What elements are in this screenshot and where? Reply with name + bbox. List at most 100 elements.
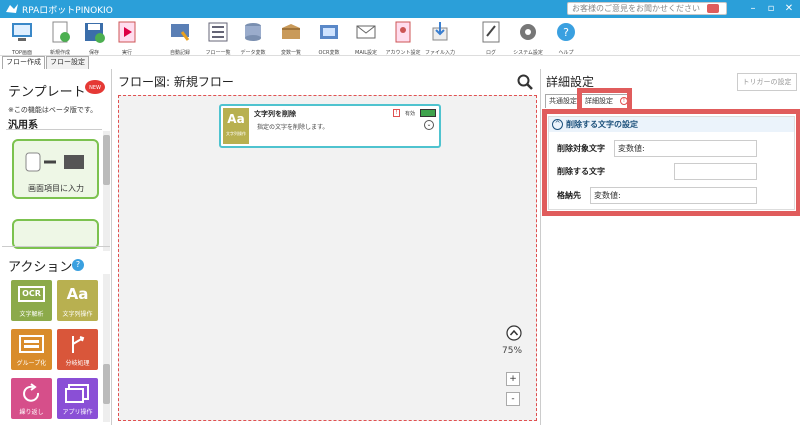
toolbar-label: システム設定 xyxy=(513,50,543,56)
action-label: 文字列操作 xyxy=(62,311,93,318)
toolbar-label: 変数一覧 xyxy=(280,50,301,56)
zoom-in-button[interactable]: + xyxy=(506,372,520,386)
node-status: 有効 xyxy=(405,111,416,117)
template-scrollbar[interactable] xyxy=(103,131,110,251)
toolbar-button-log[interactable]: ログ xyxy=(471,20,511,56)
close-button[interactable]: ✕ xyxy=(782,3,796,15)
action-scroll-thumb[interactable] xyxy=(103,364,110,404)
run-icon xyxy=(118,21,136,43)
toolbar-label: 実行 xyxy=(121,50,132,56)
toolbar-button-help[interactable]: ? ヘルプ xyxy=(546,20,586,56)
toolbar-button-mail[interactable]: MAIL設定 xyxy=(346,20,386,56)
mouse-to-keyboard-icon xyxy=(25,152,84,172)
template-card-label: 画面項目に入力 xyxy=(28,184,84,193)
toolbar-label: OCR変数 xyxy=(318,50,340,56)
app-logo-icon xyxy=(6,4,18,13)
node-category: 文字列操作 xyxy=(226,131,246,136)
help-icon: ? xyxy=(557,23,575,41)
tab-flow-create[interactable]: フロー作成 xyxy=(2,56,45,69)
flow-list-icon xyxy=(208,22,228,42)
template-scroll-thumb[interactable] xyxy=(103,135,110,185)
toolbar-label: TOP画面 xyxy=(11,50,32,56)
toolbar-button-flowlist[interactable]: フロー一覧 xyxy=(198,20,238,56)
group-icon xyxy=(19,335,44,353)
warning-icon: ! xyxy=(393,109,400,117)
node-desc: 指定の文字を削除します。 xyxy=(257,124,329,131)
template-card-input[interactable]: 画面項目に入力 xyxy=(12,139,99,199)
mail-icon xyxy=(356,25,376,39)
toolbar-label: データ変数 xyxy=(240,50,266,56)
detail-panel: 詳細設定 トリガーの設定 共通設定 詳細設定 ! ^ 削除する文字の設定 削除対… xyxy=(540,69,800,425)
action-tile-loop[interactable]: 繰り返し xyxy=(11,378,52,419)
branch-icon xyxy=(72,336,85,353)
divider xyxy=(6,129,102,130)
title-bar: RPAロボットPINOKIO お客様のご意見をお聞かせください – ▫ ✕ xyxy=(0,0,800,18)
search-icon[interactable] xyxy=(517,74,533,90)
tab-flow-settings[interactable]: フロー設定 xyxy=(46,56,89,69)
database-icon xyxy=(245,23,261,41)
action-label: 繰り返し xyxy=(19,409,44,416)
action-title: アクション xyxy=(8,260,73,275)
action-help-icon[interactable]: ? xyxy=(72,259,84,271)
toolbar-button-run[interactable]: 実行 xyxy=(107,20,147,56)
chevron-down-icon[interactable]: ⌄ xyxy=(424,120,434,130)
collapse-up-icon[interactable] xyxy=(506,325,522,341)
toolbar-button-database[interactable]: データ変数 xyxy=(233,20,273,56)
mode-tabs: フロー作成 フロー設定 xyxy=(0,56,110,69)
minimize-button[interactable]: – xyxy=(746,3,760,15)
toolbar-label: アカウント設定 xyxy=(385,50,421,56)
flow-node[interactable]: Aa 文字列操作 文字列を削除 ! 有効 指定の文字を削除します。 ⌄ xyxy=(219,104,441,148)
zoom-out-button[interactable]: - xyxy=(506,392,520,406)
toolbar-button-account[interactable]: アカウント設定 xyxy=(383,20,423,56)
file-input-icon xyxy=(432,22,448,41)
toolbar-button-fileinput[interactable]: ファイル入力 xyxy=(420,20,460,56)
trigger-button[interactable]: トリガーの設定 xyxy=(737,73,797,91)
save-icon xyxy=(85,23,105,43)
thumbs-icon[interactable] xyxy=(706,3,720,14)
toolbar-button-ocr[interactable]: OCR変数 xyxy=(309,20,349,56)
template-title: テンプレート xyxy=(8,85,86,100)
text-icon: Aa xyxy=(66,285,89,303)
tab-common[interactable]: 共通設定 xyxy=(545,94,581,108)
action-label: 文字解析 xyxy=(19,311,44,318)
account-icon xyxy=(395,21,411,43)
zoom-level: 75% xyxy=(502,346,523,356)
beta-note: ※この機能はベータ版です。 xyxy=(8,106,98,114)
maximize-button[interactable]: ▫ xyxy=(764,3,778,15)
toolbar-button-top[interactable]: TOP画面 xyxy=(2,20,42,56)
action-tile-app[interactable]: アプリ操作 xyxy=(57,378,98,419)
ocr-icon xyxy=(320,25,338,39)
app-title: RPAロボットPINOKIO xyxy=(22,6,113,16)
home-icon xyxy=(12,23,32,41)
toolbar-label: ヘルプ xyxy=(558,50,574,56)
box-icon xyxy=(282,24,300,39)
loop-icon xyxy=(23,383,40,402)
action-scrollbar[interactable] xyxy=(103,274,110,422)
svg-text:?: ? xyxy=(563,26,569,39)
divider xyxy=(2,246,110,247)
action-tile-ocr[interactable]: OCR 文字解析 xyxy=(11,280,52,321)
action-tile-branch[interactable]: 分岐処理 xyxy=(57,329,98,370)
enable-toggle[interactable] xyxy=(420,109,436,117)
node-glyph: Aa xyxy=(227,112,245,126)
record-icon xyxy=(171,24,190,41)
left-panel: テンプレート NEW ※この機能はベータ版です。 汎用系 画面項目に入力 アクシ… xyxy=(2,69,112,425)
feedback-link[interactable]: お客様のご意見をお聞かせください xyxy=(567,2,727,15)
toolbar-label: フロー一覧 xyxy=(205,50,231,56)
action-label: 分岐処理 xyxy=(65,360,90,367)
new-badge-label: NEW xyxy=(89,85,101,91)
gear-icon xyxy=(520,24,536,40)
app-window-icon xyxy=(65,384,89,403)
toolbar-label: ログ xyxy=(485,50,496,56)
action-tile-text[interactable]: Aa 文字列操作 xyxy=(57,280,98,321)
template-card-2[interactable] xyxy=(12,219,99,249)
action-tile-group[interactable]: グループ化 xyxy=(11,329,52,370)
toolbar-button-record[interactable]: 自動記録 xyxy=(160,20,200,56)
toolbar-button-system[interactable]: システム設定 xyxy=(508,20,548,56)
action-label: グループ化 xyxy=(16,360,47,367)
action-label: アプリ操作 xyxy=(62,409,93,416)
flow-canvas[interactable]: Aa 文字列操作 文字列を削除 ! 有効 指定の文字を削除します。 ⌄ 75% … xyxy=(118,95,537,421)
highlight-settings xyxy=(542,109,800,216)
toolbar-button-varlist[interactable]: 変数一覧 xyxy=(271,20,311,56)
toolbar-label: 自動記録 xyxy=(169,50,190,56)
